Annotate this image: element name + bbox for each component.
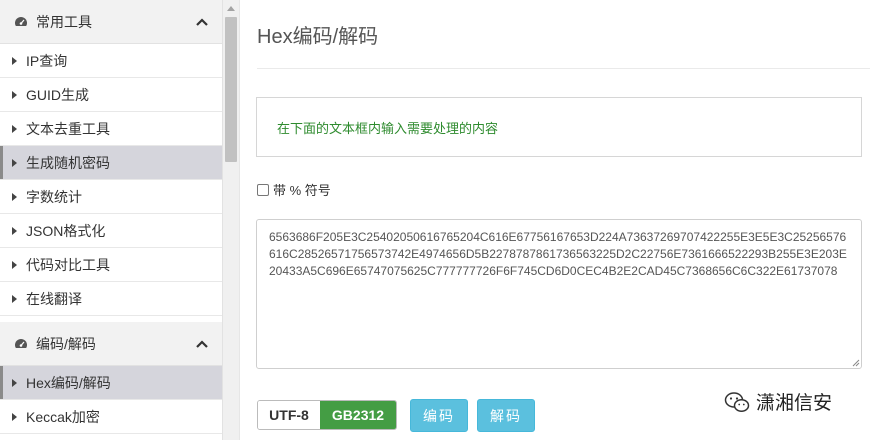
caret-right-icon	[12, 260, 17, 269]
dashboard-icon	[15, 338, 27, 348]
sidebar-item-label: 文本去重工具	[26, 120, 110, 137]
sidebar-item-hex[interactable]: Hex编码/解码	[0, 366, 222, 400]
caret-right-icon	[12, 378, 17, 387]
encode-button[interactable]: 编码	[410, 399, 468, 432]
caret-right-icon	[12, 412, 17, 421]
sidebar-item-json-format[interactable]: JSON格式化	[0, 214, 222, 248]
sidebar-group-common-tools[interactable]: 常用工具	[0, 0, 222, 44]
encoding-option-gb2312[interactable]: GB2312	[320, 401, 396, 429]
chevron-up-icon[interactable]	[190, 17, 214, 26]
sidebar-item-label: GUID生成	[26, 86, 89, 103]
sidebar-item-label: 生成随机密码	[26, 154, 110, 171]
group-label: 编码/解码	[36, 335, 96, 352]
group-label: 常用工具	[36, 13, 92, 30]
page-title: Hex编码/解码	[257, 26, 379, 48]
encoding-toggle: UTF-8 GB2312	[257, 400, 397, 430]
notice-text: 在下面的文本框内输入需要处理的内容	[277, 120, 499, 136]
dashboard-icon	[15, 16, 27, 26]
scroll-up-arrow-icon[interactable]	[223, 0, 239, 16]
sidebar-item-label: 代码对比工具	[26, 256, 110, 273]
caret-right-icon	[12, 192, 17, 201]
sidebar-item-ip-lookup[interactable]: IP查询	[0, 44, 222, 78]
percent-checkbox-label: 带 % 符号	[273, 183, 331, 198]
title-divider	[257, 68, 870, 69]
percent-checkbox[interactable]	[257, 183, 269, 196]
caret-right-icon	[12, 56, 17, 65]
chevron-up-icon[interactable]	[190, 339, 214, 348]
caret-right-icon	[12, 226, 17, 235]
sidebar: 常用工具 IP查询 GUID生成 文本去重工具 生成随机密码 字数统计 JSON…	[0, 0, 223, 440]
sidebar-scrollbar[interactable]	[223, 0, 240, 440]
sidebar-item-dedupe[interactable]: 文本去重工具	[0, 112, 222, 146]
resize-grip-icon[interactable]	[851, 358, 860, 367]
textarea-content: 6563686F205E3C25402050616765204C616E6775…	[269, 230, 847, 278]
main-panel: Hex编码/解码 在下面的文本框内输入需要处理的内容 带 % 符号 656368…	[241, 0, 870, 440]
sidebar-item-label: IP查询	[26, 52, 68, 69]
scrollbar-thumb[interactable]	[225, 17, 237, 162]
sidebar-item-keccak[interactable]: Keccak加密	[0, 400, 222, 434]
encoding-option-utf8[interactable]: UTF-8	[258, 401, 320, 429]
watermark-text: 潇湘信安	[756, 393, 833, 414]
decode-button[interactable]: 解码	[477, 399, 535, 432]
sidebar-item-code-diff[interactable]: 代码对比工具	[0, 248, 222, 282]
sidebar-group-encode-decode[interactable]: 编码/解码	[0, 322, 222, 366]
input-textarea[interactable]: 6563686F205E3C25402050616765204C616E6775…	[256, 219, 862, 369]
sidebar-item-label: Hex编码/解码	[26, 374, 111, 391]
wechat-logo-icon	[724, 391, 750, 412]
sidebar-item-random-password[interactable]: 生成随机密码	[0, 146, 222, 180]
watermark: 潇湘信安	[724, 388, 832, 415]
sidebar-item-label: 字数统计	[26, 188, 82, 205]
caret-right-icon	[12, 294, 17, 303]
sidebar-item-label: JSON格式化	[26, 222, 106, 239]
sidebar-item-label: Keccak加密	[26, 408, 100, 425]
percent-option[interactable]: 带 % 符号	[257, 180, 331, 199]
app-root: 常用工具 IP查询 GUID生成 文本去重工具 生成随机密码 字数统计 JSON…	[0, 0, 870, 440]
sidebar-item-word-count[interactable]: 字数统计	[0, 180, 222, 214]
sidebar-item-label: 在线翻译	[26, 290, 82, 307]
instruction-notice: 在下面的文本框内输入需要处理的内容	[256, 97, 862, 157]
caret-right-icon	[12, 90, 17, 99]
sidebar-item-guid[interactable]: GUID生成	[0, 78, 222, 112]
sidebar-item-translate[interactable]: 在线翻译	[0, 282, 222, 316]
caret-right-icon	[12, 124, 17, 133]
caret-right-icon	[12, 158, 17, 167]
